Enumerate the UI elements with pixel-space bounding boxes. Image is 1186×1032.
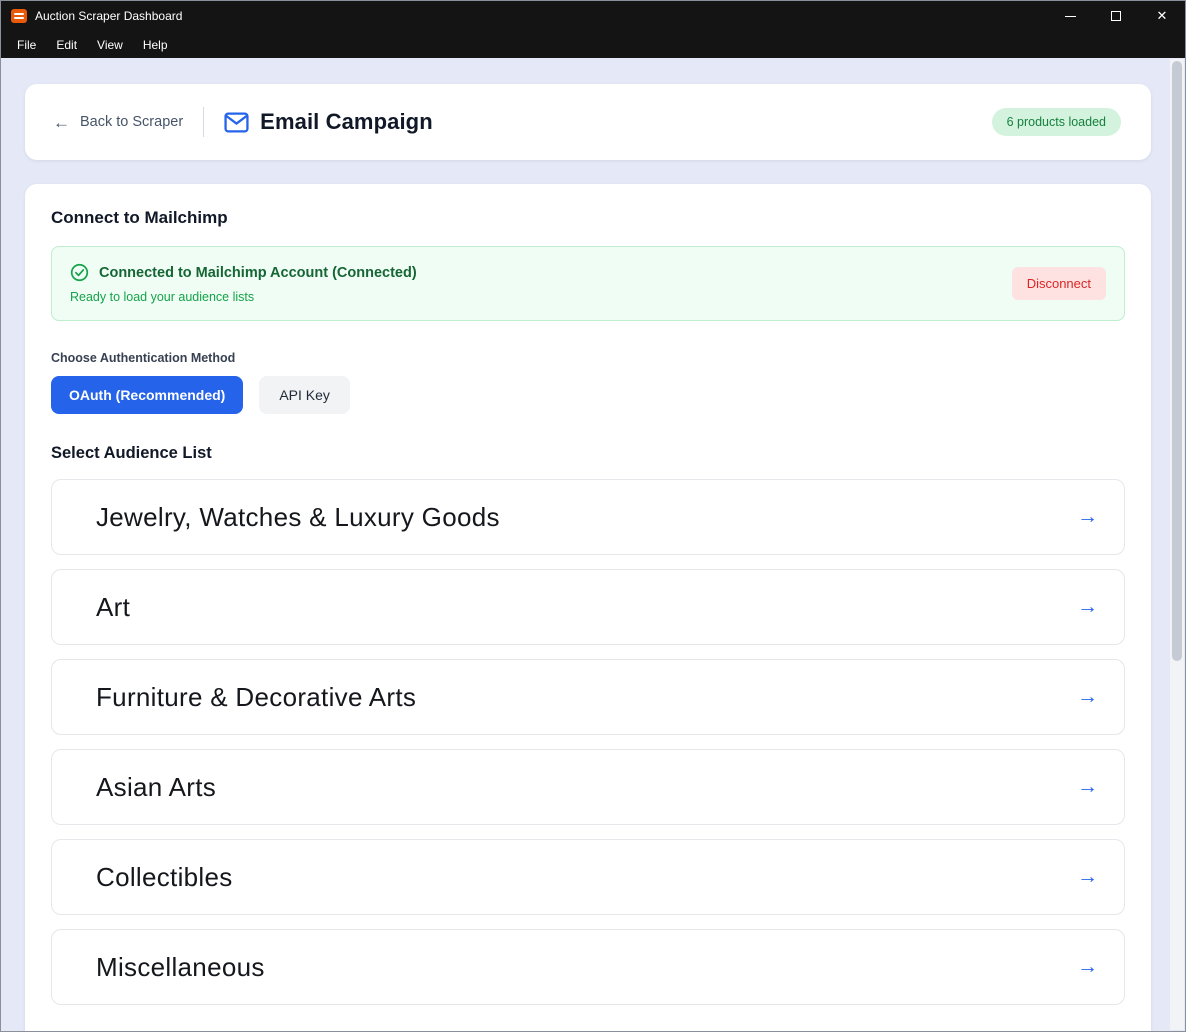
audience-list-title: Select Audience List	[51, 444, 212, 462]
arrow-right-icon: →	[1077, 685, 1098, 708]
app-icon	[11, 9, 27, 23]
back-arrow-icon: ←	[53, 112, 70, 132]
connection-status-subtitle: Ready to load your audience lists	[70, 290, 255, 304]
scrollbar-thumb[interactable]	[1172, 61, 1182, 661]
audience-list-name: Art	[96, 591, 131, 622]
audience-list-name: Furniture & Decorative Arts	[96, 681, 417, 712]
audience-list-name: Collectibles	[96, 861, 233, 892]
back-link-label: Back to Scraper	[80, 114, 184, 130]
check-circle-icon	[70, 263, 89, 282]
menu-file[interactable]: File	[9, 34, 44, 56]
window-title: Auction Scraper Dashboard	[35, 9, 183, 23]
connection-status-text: Connected to Mailchimp Account (Connecte…	[70, 263, 417, 304]
minimize-button[interactable]	[1047, 1, 1093, 31]
connection-status-banner: Connected to Mailchimp Account (Connecte…	[51, 246, 1125, 321]
auth-method-buttons: OAuth (Recommended) API Key	[51, 376, 1125, 414]
products-loaded-badge: 6 products loaded	[991, 108, 1121, 136]
arrow-right-icon: →	[1077, 955, 1098, 978]
mailchimp-connect-card: Connect to Mailchimp Connected to Mailch…	[25, 184, 1151, 1031]
scrollbar-track[interactable]	[1170, 59, 1184, 1030]
audience-list-item[interactable]: Furniture & Decorative Arts →	[51, 659, 1125, 735]
audience-list-name: Asian Arts	[96, 771, 217, 802]
audience-list-item[interactable]: Jewelry, Watches & Luxury Goods →	[51, 479, 1125, 555]
section-title: Connect to Mailchimp	[51, 208, 228, 227]
menu-view[interactable]: View	[89, 34, 131, 56]
audience-list: Jewelry, Watches & Luxury Goods → Art → Furn…	[51, 479, 1125, 1005]
arrow-right-icon: →	[1077, 505, 1098, 528]
content-area: ← Back to Scraper Email Campaign 6 produ…	[1, 58, 1185, 1031]
header-divider	[203, 107, 205, 137]
arrow-right-icon: →	[1077, 775, 1098, 798]
close-button[interactable]: ✕	[1139, 1, 1185, 31]
page-title: Email Campaign	[260, 109, 433, 134]
window-controls: ✕	[1047, 1, 1185, 31]
titlebar: Auction Scraper Dashboard ✕	[1, 1, 1185, 31]
menu-help[interactable]: Help	[135, 34, 176, 56]
disconnect-button[interactable]: Disconnect	[1011, 267, 1106, 300]
audience-list-item[interactable]: Collectibles →	[51, 839, 1125, 915]
maximize-button[interactable]	[1093, 1, 1139, 31]
connection-status-title: Connected to Mailchimp Account (Connecte…	[99, 264, 417, 281]
titlebar-left: Auction Scraper Dashboard	[1, 9, 182, 23]
back-to-scraper-link[interactable]: ← Back to Scraper	[53, 114, 183, 131]
email-icon	[224, 112, 249, 133]
oauth-button[interactable]: OAuth (Recommended)	[51, 376, 244, 414]
auth-method-label: Choose Authentication Method	[51, 351, 236, 365]
audience-list-name: Miscellaneous	[96, 951, 265, 982]
menubar: File Edit View Help	[1, 31, 1185, 58]
audience-list-item[interactable]: Asian Arts →	[51, 749, 1125, 825]
audience-list-name: Jewelry, Watches & Luxury Goods	[96, 501, 500, 532]
app-window: Auction Scraper Dashboard ✕ File Edit View…	[0, 0, 1186, 1032]
arrow-right-icon: →	[1077, 595, 1098, 618]
menu-edit[interactable]: Edit	[48, 34, 85, 56]
arrow-right-icon: →	[1077, 865, 1098, 888]
api-key-button[interactable]: API Key	[259, 376, 350, 414]
audience-list-item[interactable]: Miscellaneous →	[51, 929, 1125, 1005]
audience-list-item[interactable]: Art →	[51, 569, 1125, 645]
header-card: ← Back to Scraper Email Campaign 6 produ…	[25, 84, 1151, 160]
